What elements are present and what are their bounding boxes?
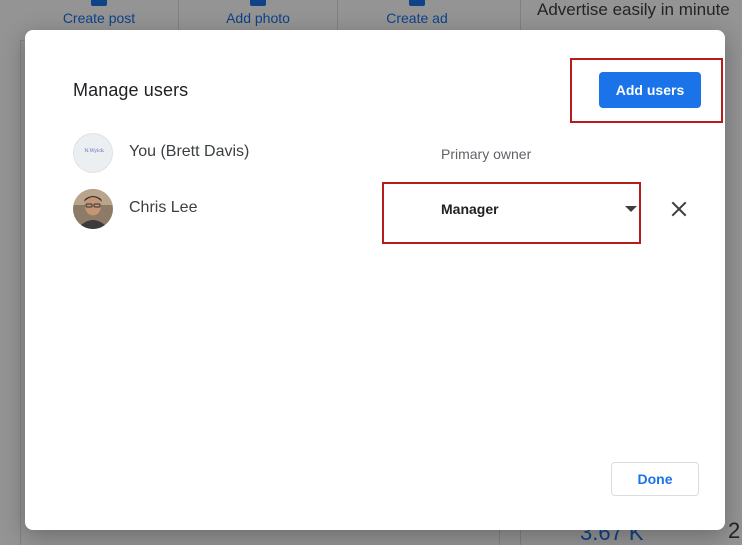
role-label: Primary owner [441,146,532,162]
business-logo-avatar: N.Wylck [73,133,113,173]
user-row-owner: N.Wylck You (Brett Davis) Primary owner [73,133,693,175]
logo-mark: N.Wylck [84,148,104,154]
close-icon [671,201,687,217]
dialog-title: Manage users [73,80,189,100]
remove-user-button[interactable] [667,197,691,221]
user-name: You (Brett Davis) [129,143,250,160]
add-users-highlight [570,58,723,123]
role-dropdown-highlight [382,182,641,244]
user-name: Chris Lee [129,199,198,216]
photo-avatar [73,189,113,229]
done-button[interactable]: Done [611,462,699,496]
manage-users-dialog: Manage users Add users N.Wylck You (Bret… [25,30,725,530]
